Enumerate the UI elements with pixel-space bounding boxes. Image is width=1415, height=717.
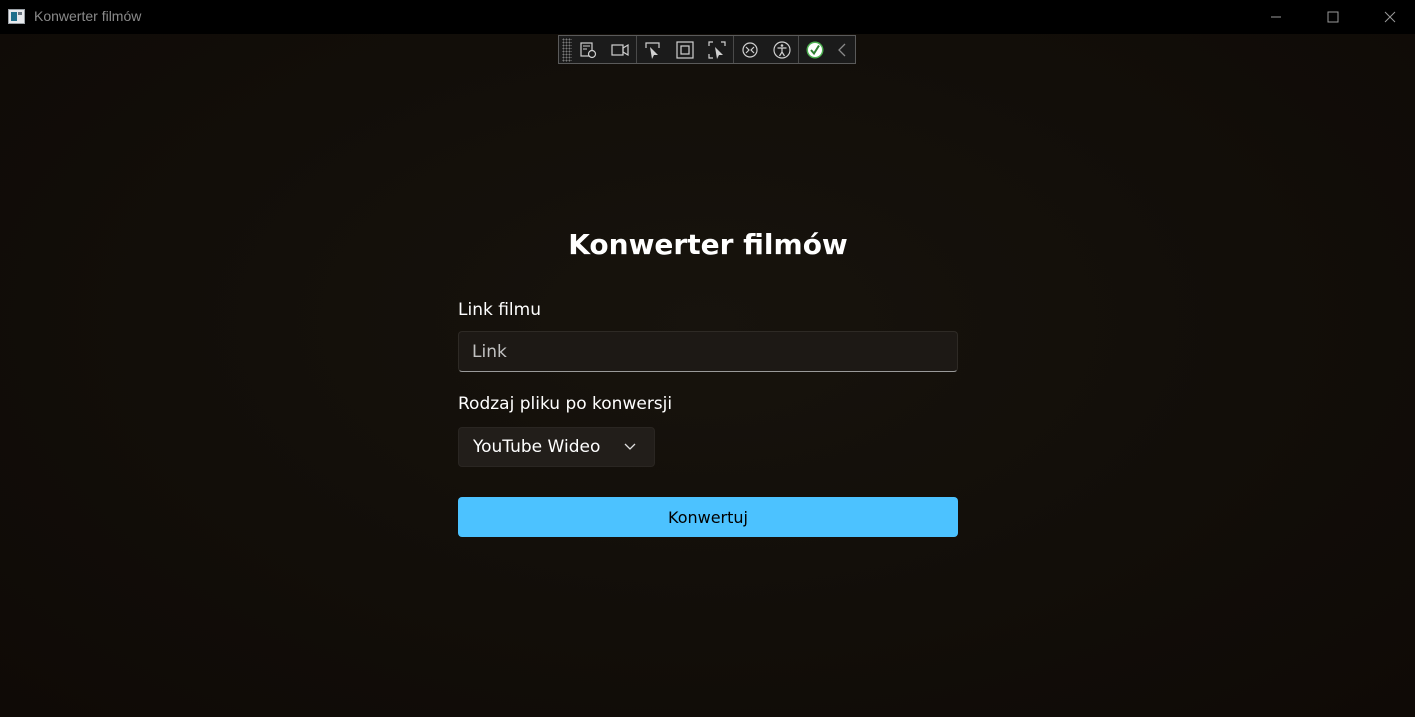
close-icon — [1384, 11, 1395, 23]
accessibility-button[interactable] — [766, 36, 798, 63]
record-button[interactable] — [604, 36, 636, 63]
title-bar: Konwerter filmów — [0, 0, 1415, 34]
checkmark-icon — [806, 41, 824, 58]
layout-adorners-button[interactable] — [669, 36, 701, 63]
collapse-chevron-icon — [838, 43, 846, 56]
app-window: Konwerter filmów Konwerter filmów Link f… — [0, 0, 1415, 717]
toolbar-grip[interactable] — [562, 37, 572, 62]
binding-failures-button[interactable] — [734, 36, 766, 63]
select-element-button[interactable] — [637, 36, 669, 63]
file-type-label: Rodzaj pliku po konwersji — [458, 394, 673, 414]
file-type-dropdown[interactable]: YouTube Wideo — [458, 427, 655, 467]
record-icon — [611, 43, 629, 56]
chevron-down-icon — [624, 443, 636, 450]
debug-toolbar — [558, 35, 856, 64]
maximize-icon — [1327, 11, 1338, 23]
status-check-button[interactable] — [799, 36, 831, 63]
close-button[interactable] — [1361, 0, 1415, 34]
collapse-toolbar-button[interactable] — [831, 36, 853, 63]
file-type-selected: YouTube Wideo — [473, 437, 601, 457]
display-layout-adorners-icon — [676, 40, 694, 59]
convert-button[interactable]: Konwertuj — [458, 497, 958, 537]
track-focus-button[interactable] — [701, 36, 733, 63]
binding-failures-icon — [742, 41, 758, 58]
maximize-button[interactable] — [1304, 0, 1361, 34]
minimize-icon — [1270, 16, 1281, 18]
link-field-label: Link filmu — [458, 300, 541, 320]
select-element-icon — [645, 41, 660, 59]
page-title: Konwerter filmów — [568, 228, 848, 261]
track-focus-icon — [708, 40, 726, 59]
live-visual-tree-button[interactable] — [572, 36, 604, 63]
accessibility-icon — [773, 40, 791, 59]
window-title: Konwerter filmów — [34, 8, 142, 24]
app-icon — [8, 9, 25, 24]
minimize-button[interactable] — [1247, 0, 1304, 34]
link-input[interactable] — [458, 331, 958, 372]
live-visual-tree-icon — [580, 41, 597, 58]
